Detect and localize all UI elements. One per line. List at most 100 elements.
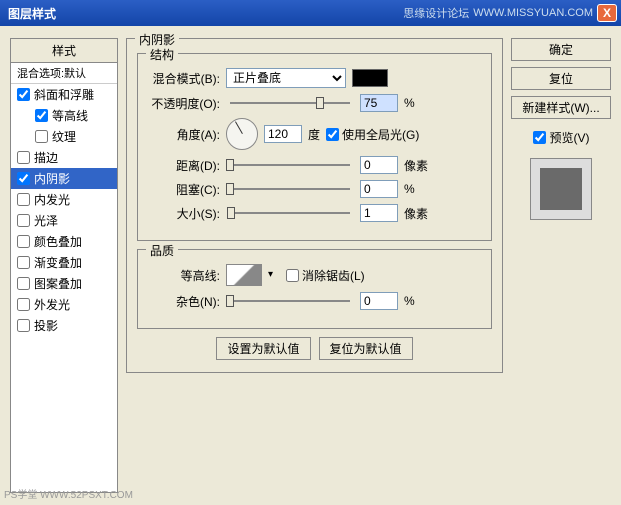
unit-noise: % [404, 294, 432, 308]
styles-panel: 样式 混合选项:默认 斜面和浮雕等高线纹理描边内阴影内发光光泽颜色叠加渐变叠加图… [10, 38, 118, 493]
legend-structure: 结构 [146, 46, 178, 63]
titlebar: 图层样式 思缘设计论坛 WWW.MISSYUAN.COM X [0, 0, 621, 26]
style-checkbox-2[interactable] [35, 130, 48, 143]
style-checkbox-3[interactable] [17, 151, 30, 164]
style-checkbox-4[interactable] [17, 172, 30, 185]
btn-new-style[interactable]: 新建样式(W)... [511, 96, 611, 119]
style-label: 描边 [34, 149, 58, 166]
watermark: PS学堂 WWW.52PSXT.COM [4, 486, 133, 501]
row-contour: 等高线: ▾ 消除锯齿(L) [148, 264, 481, 286]
style-item-3[interactable]: 描边 [11, 147, 117, 168]
preview-inner [540, 168, 582, 210]
styles-list: 斜面和浮雕等高线纹理描边内阴影内发光光泽颜色叠加渐变叠加图案叠加外发光投影 [11, 84, 117, 336]
titlebar-logo-text: 思缘设计论坛 [403, 5, 469, 21]
style-checkbox-11[interactable] [17, 319, 30, 332]
style-label: 投影 [34, 317, 58, 334]
input-noise[interactable] [360, 292, 398, 310]
styles-header: 样式 [11, 39, 117, 63]
select-blend-mode[interactable]: 正片叠底 [226, 68, 346, 88]
style-checkbox-5[interactable] [17, 193, 30, 206]
slider-size[interactable] [230, 212, 350, 214]
input-angle[interactable] [264, 125, 302, 143]
style-checkbox-0[interactable] [17, 88, 30, 101]
color-swatch[interactable] [352, 69, 388, 87]
btn-ok[interactable]: 确定 [511, 38, 611, 61]
style-label: 等高线 [52, 107, 88, 124]
check-global-light[interactable]: 使用全局光(G) [326, 126, 419, 143]
style-label: 光泽 [34, 212, 58, 229]
label-contour: 等高线: [148, 267, 220, 284]
style-label: 内发光 [34, 191, 70, 208]
unit-angle: 度 [308, 126, 320, 143]
input-size[interactable] [360, 204, 398, 222]
style-item-7[interactable]: 颜色叠加 [11, 231, 117, 252]
contour-picker[interactable]: ▾ [226, 264, 262, 286]
btn-reset-default[interactable]: 复位为默认值 [319, 337, 413, 360]
label-distance: 距离(D): [148, 157, 220, 174]
style-item-6[interactable]: 光泽 [11, 210, 117, 231]
style-label: 图案叠加 [34, 275, 82, 292]
check-antialias[interactable]: 消除锯齿(L) [286, 267, 365, 284]
legend-quality: 品质 [146, 242, 178, 259]
style-item-5[interactable]: 内发光 [11, 189, 117, 210]
btn-cancel[interactable]: 复位 [511, 67, 611, 90]
unit-distance: 像素 [404, 157, 432, 174]
input-distance[interactable] [360, 156, 398, 174]
close-button[interactable]: X [597, 4, 617, 22]
style-checkbox-9[interactable] [17, 277, 30, 290]
blend-options-default[interactable]: 混合选项:默认 [11, 63, 117, 84]
angle-dial[interactable] [226, 118, 258, 150]
label-blend-mode: 混合模式(B): [148, 70, 220, 87]
style-checkbox-6[interactable] [17, 214, 30, 227]
style-checkbox-1[interactable] [35, 109, 48, 122]
style-item-2[interactable]: 纹理 [11, 126, 117, 147]
checkbox-global-light[interactable] [326, 128, 339, 141]
dialog-content: 样式 混合选项:默认 斜面和浮雕等高线纹理描边内阴影内发光光泽颜色叠加渐变叠加图… [0, 26, 621, 505]
style-item-8[interactable]: 渐变叠加 [11, 252, 117, 273]
input-opacity[interactable] [360, 94, 398, 112]
style-label: 斜面和浮雕 [34, 86, 94, 103]
slider-opacity[interactable] [230, 102, 350, 104]
window-title: 图层样式 [4, 5, 403, 22]
style-item-0[interactable]: 斜面和浮雕 [11, 84, 117, 105]
main-panel: 内阴影 结构 混合模式(B): 正片叠底 不透明度(O): % [126, 38, 503, 493]
style-label: 颜色叠加 [34, 233, 82, 250]
row-noise: 杂色(N): % [148, 292, 481, 310]
checkbox-antialias[interactable] [286, 269, 299, 282]
input-choke[interactable] [360, 180, 398, 198]
label-noise: 杂色(N): [148, 293, 220, 310]
style-item-9[interactable]: 图案叠加 [11, 273, 117, 294]
checkbox-preview[interactable] [533, 131, 546, 144]
label-opacity: 不透明度(O): [148, 95, 220, 112]
check-preview[interactable]: 预览(V) [511, 129, 611, 146]
style-item-10[interactable]: 外发光 [11, 294, 117, 315]
row-angle: 角度(A): 度 使用全局光(G) [148, 118, 481, 150]
section-inner-shadow: 内阴影 结构 混合模式(B): 正片叠底 不透明度(O): % [126, 38, 503, 373]
style-item-1[interactable]: 等高线 [11, 105, 117, 126]
slider-distance[interactable] [230, 164, 350, 166]
style-checkbox-8[interactable] [17, 256, 30, 269]
style-checkbox-10[interactable] [17, 298, 30, 311]
label-angle: 角度(A): [148, 126, 220, 143]
row-blend-mode: 混合模式(B): 正片叠底 [148, 68, 481, 88]
default-buttons-row: 设置为默认值 复位为默认值 [137, 337, 492, 360]
row-choke: 阻塞(C): % [148, 180, 481, 198]
style-checkbox-7[interactable] [17, 235, 30, 248]
style-label: 内阴影 [34, 170, 70, 187]
unit-opacity: % [404, 96, 432, 110]
preview-box [530, 158, 592, 220]
slider-choke[interactable] [230, 188, 350, 190]
right-panel: 确定 复位 新建样式(W)... 预览(V) [511, 38, 611, 493]
style-label: 外发光 [34, 296, 70, 313]
style-item-4[interactable]: 内阴影 [11, 168, 117, 189]
unit-choke: % [404, 182, 432, 196]
style-item-11[interactable]: 投影 [11, 315, 117, 336]
style-label: 纹理 [52, 128, 76, 145]
row-distance: 距离(D): 像素 [148, 156, 481, 174]
close-icon: X [603, 6, 611, 20]
titlebar-url: WWW.MISSYUAN.COM [473, 7, 593, 19]
btn-set-default[interactable]: 设置为默认值 [216, 337, 310, 360]
row-size: 大小(S): 像素 [148, 204, 481, 222]
slider-noise[interactable] [230, 300, 350, 302]
chevron-down-icon: ▾ [268, 269, 273, 280]
